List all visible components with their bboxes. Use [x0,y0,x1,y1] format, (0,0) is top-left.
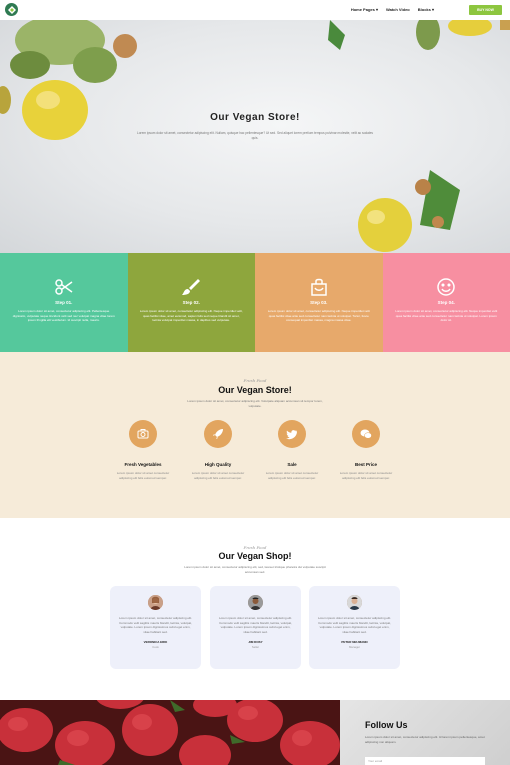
email-field[interactable]: Your email [365,757,485,765]
testimonial-text: Lorem ipsum dolor sit amet, consectetur … [118,616,193,634]
bag-icon [311,278,327,296]
feature-circle[interactable] [278,420,306,448]
rocket-icon [213,429,223,439]
step-card-4: Step 04. Lorem ipsum dolor sit amet, con… [382,253,510,352]
feature-circle[interactable] [129,420,157,448]
feature-title: High Quality [204,462,232,467]
testimonial-role: Seller [251,645,260,649]
feature-text: Lorem ipsum dolor sit amet consectetur a… [265,471,319,480]
step-card-1: Step 01. Lorem ipsum dolor sit amet, con… [0,253,128,352]
testimonial-name: PETER NEUMANN [341,640,368,644]
testimonial-role: Cook [152,645,159,649]
testimonial-text: Lorem ipsum dolor sit amet, consectetur … [218,616,293,634]
step-text: Lorem ipsum dolor sit amet, consectetur … [12,309,115,322]
feature-text: Lorem ipsum dolor sit amet consectetur a… [191,471,245,480]
step-title: Step 04. [437,300,455,305]
avatar [148,595,163,610]
testimonial-role: Manager [348,645,361,649]
testimonials-subtitle: Fresh Food [243,545,267,550]
scissors-icon [55,279,73,295]
feature-text: Lorem ipsum dolor sit amet consectetur a… [116,471,170,480]
feature-title: Best Price [354,462,377,467]
feature-best-price: Best Price Lorem ipsum dolor sit amet co… [331,420,401,480]
feature-title: Sale [287,462,297,467]
testimonial-name: VERONICA ERIK [143,640,168,644]
features-text: Lorem ipsum dolor sit amet, consectetur … [187,399,323,408]
avatar [248,595,263,610]
step-card-2: Step 02. Lorem ipsum dolor sit amet, con… [127,253,255,352]
nav-link-home-pages[interactable]: Home Pages ▾ [351,7,378,12]
smile-icon [437,278,455,296]
feature-circle[interactable] [352,420,380,448]
testimonial-card: Lorem ipsum dolor sit amet, consectetur … [210,586,301,669]
step-title: Step 02. [182,300,200,305]
step-text: Lorem ipsum dolor sit amet, consectetur … [267,309,370,322]
testimonial-card: Lorem ipsum dolor sit amet, consectetur … [110,586,201,669]
testimonial-name: JIM DOSY [248,640,263,644]
features-subtitle: Fresh Food [243,378,267,383]
logo-icon[interactable] [5,3,18,16]
top-navbar: Home Pages ▾ Watch Video Blocks ▾ BUY NO… [0,0,510,20]
step-text: Lorem ipsum dolor sit amet, consectetur … [395,309,498,322]
testimonials-title: Our Vegan Shop! [218,551,292,561]
twitter-icon [286,430,297,440]
testimonial-text: Lorem ipsum dolor sit amet, consectetur … [317,616,392,634]
step-title: Step 01. [55,300,73,305]
testimonials-text: Lorem ipsum dolor sit amet, consectetur … [184,565,326,574]
avatar [347,595,362,610]
feature-fresh-vegetables: Fresh Vegetables Lorem ipsum dolor sit a… [108,420,178,480]
nav-link-watch-video[interactable]: Watch Video [386,7,410,12]
steps-section: Step 01. Lorem ipsum dolor sit amet, con… [0,253,510,352]
hero-title: Our Vegan Store! [210,112,300,123]
step-title: Step 03. [310,300,328,305]
nav-link-blocks[interactable]: Blocks ▾ [418,7,434,12]
hero-section: Our Vegan Store! Lorem ipsum dolor sit a… [0,20,510,253]
follow-section: Follow Us Lorem ipsum dolor sit amet, co… [0,700,510,765]
buy-now-button[interactable]: BUY NOW [469,5,502,15]
chat-icon [360,429,372,439]
hero-text: Lorem ipsum dolor sit amet, consectetur … [137,131,373,140]
feature-title: Fresh Vegetables [124,462,162,467]
feature-circle[interactable] [204,420,232,448]
features-title: Our Vegan Store! [218,385,292,395]
feature-text: Lorem ipsum dolor sit amet consectetur a… [339,471,393,480]
feature-high-quality: High Quality Lorem ipsum dolor sit amet … [183,420,253,480]
strawberries-image [0,700,340,765]
follow-text: Lorem ipsum dolor sit amet, consectetur … [365,735,485,744]
testimonial-card: Lorem ipsum dolor sit amet, consectetur … [309,586,400,669]
step-card-3: Step 03. Lorem ipsum dolor sit amet, con… [255,253,383,352]
brush-icon [182,279,201,295]
follow-panel: Follow Us Lorem ipsum dolor sit amet, co… [340,700,510,765]
step-text: Lorem ipsum dolor sit amet, consectetur … [139,309,243,322]
features-section: Fresh Food Our Vegan Store! Lorem ipsum … [0,352,510,518]
feature-sale: Sale Lorem ipsum dolor sit amet consecte… [257,420,327,480]
testimonials-section: Fresh Food Our Vegan Shop! Lorem ipsum d… [0,518,510,700]
camera-icon [137,429,149,439]
follow-title: Follow Us [365,720,408,730]
